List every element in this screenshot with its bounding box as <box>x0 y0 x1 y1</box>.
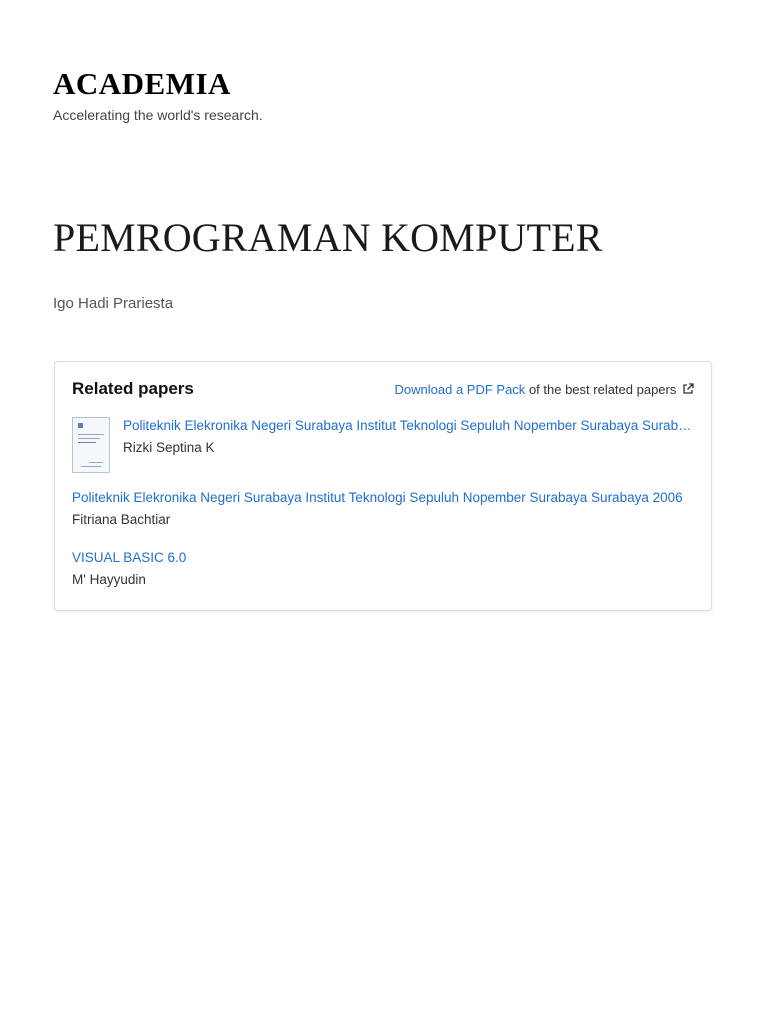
related-paper-3-title[interactable]: VISUAL BASIC 6.0 <box>72 550 472 565</box>
download-pdf-pack-link[interactable]: Download a PDF Pack <box>395 382 526 397</box>
paper-author: Igo Hadi Prariesta <box>53 295 174 312</box>
pdf-pack-line: Download a PDF Pack of the best related … <box>395 382 694 398</box>
related-paper-1-author: Rizki Septina K <box>123 440 215 455</box>
related-paper-1-title[interactable]: Politeknik Elekronika Negeri Surabaya In… <box>123 418 693 433</box>
external-link-icon[interactable] <box>682 383 694 398</box>
related-papers-heading: Related papers <box>72 379 194 398</box>
thumbnail-logo-icon <box>78 423 83 428</box>
related-paper-3-author: M' Hayyudin <box>72 572 146 587</box>
related-paper-2-title[interactable]: Politeknik Elekronika Negeri Surabaya In… <box>72 490 697 505</box>
paper-thumbnail[interactable] <box>72 417 110 473</box>
related-papers-panel: Related papers Download a PDF Pack of th… <box>54 361 712 611</box>
thumbnail-line <box>89 462 103 463</box>
thumbnail-line <box>78 442 96 443</box>
brand-logo[interactable]: ACADEMIA <box>53 66 231 102</box>
paper-title: PEMROGRAMAN KOMPUTER <box>53 215 603 260</box>
thumbnail-line <box>78 438 100 439</box>
thumbnail-line <box>81 466 101 467</box>
related-paper-2-author: Fitriana Bachtiar <box>72 512 171 527</box>
thumbnail-line <box>78 434 104 435</box>
brand-tagline: Accelerating the world's research. <box>53 107 263 123</box>
pdf-pack-suffix: of the best related papers <box>528 382 677 397</box>
